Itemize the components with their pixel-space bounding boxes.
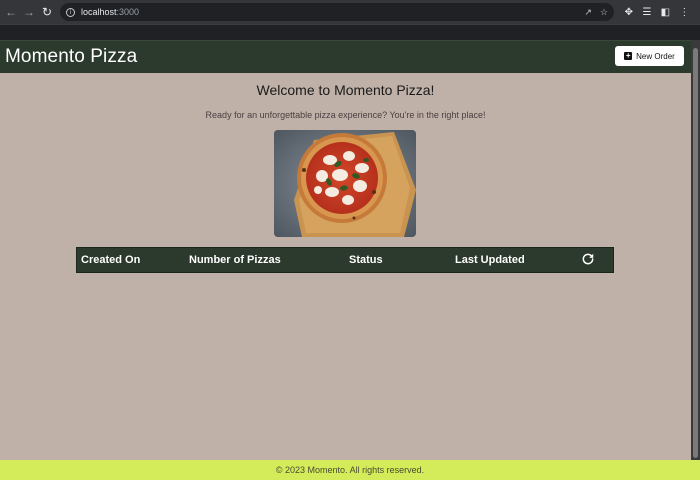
new-order-label: New Order	[636, 51, 675, 61]
refresh-icon[interactable]	[581, 252, 595, 266]
column-header-created-on[interactable]: Created On	[81, 254, 140, 266]
reload-icon[interactable]: ↻	[38, 0, 56, 24]
media-icon[interactable]: ☰	[642, 7, 651, 18]
site-info-icon[interactable]: i	[66, 7, 75, 17]
new-order-button[interactable]: + New Order	[615, 46, 684, 66]
browser-tab-strip	[0, 24, 700, 40]
address-bar[interactable]: i localhost:3000 ↗ ☆	[60, 3, 614, 21]
pizza-image	[274, 130, 416, 237]
menu-icon[interactable]: ⋮	[679, 7, 689, 18]
forward-icon[interactable]: →	[20, 0, 38, 24]
column-header-number-of-pizzas[interactable]: Number of Pizzas	[189, 254, 281, 266]
extensions-icon[interactable]: ✥	[625, 7, 633, 18]
footer: © 2023 Momento. All rights reserved.	[0, 460, 700, 480]
app-header: Momento Pizza + New Order	[0, 40, 691, 73]
bookmark-star-icon[interactable]: ☆	[600, 7, 608, 18]
scrollbar[interactable]	[691, 40, 700, 460]
side-panel-icon[interactable]: ◧	[661, 7, 670, 18]
column-header-status[interactable]: Status	[349, 254, 383, 266]
scrollbar-thumb[interactable]	[693, 48, 698, 458]
url-text: localhost:3000	[81, 7, 140, 17]
app-title: Momento Pizza	[5, 46, 138, 67]
browser-toolbar: ← → ↻ i localhost:3000 ↗ ☆ ✥ ☰ ◧ ⋮	[0, 0, 700, 24]
column-header-last-updated[interactable]: Last Updated	[455, 254, 525, 266]
pizza-illustration	[274, 130, 416, 237]
orders-table-header: Created On Number of Pizzas Status Last …	[76, 247, 614, 273]
welcome-subtitle: Ready for an unforgettable pizza experie…	[205, 110, 486, 120]
welcome-heading: Welcome to Momento Pizza!	[256, 82, 435, 98]
plus-square-icon: +	[624, 51, 633, 60]
back-icon[interactable]: ←	[2, 0, 20, 24]
share-icon[interactable]: ↗	[584, 7, 592, 18]
